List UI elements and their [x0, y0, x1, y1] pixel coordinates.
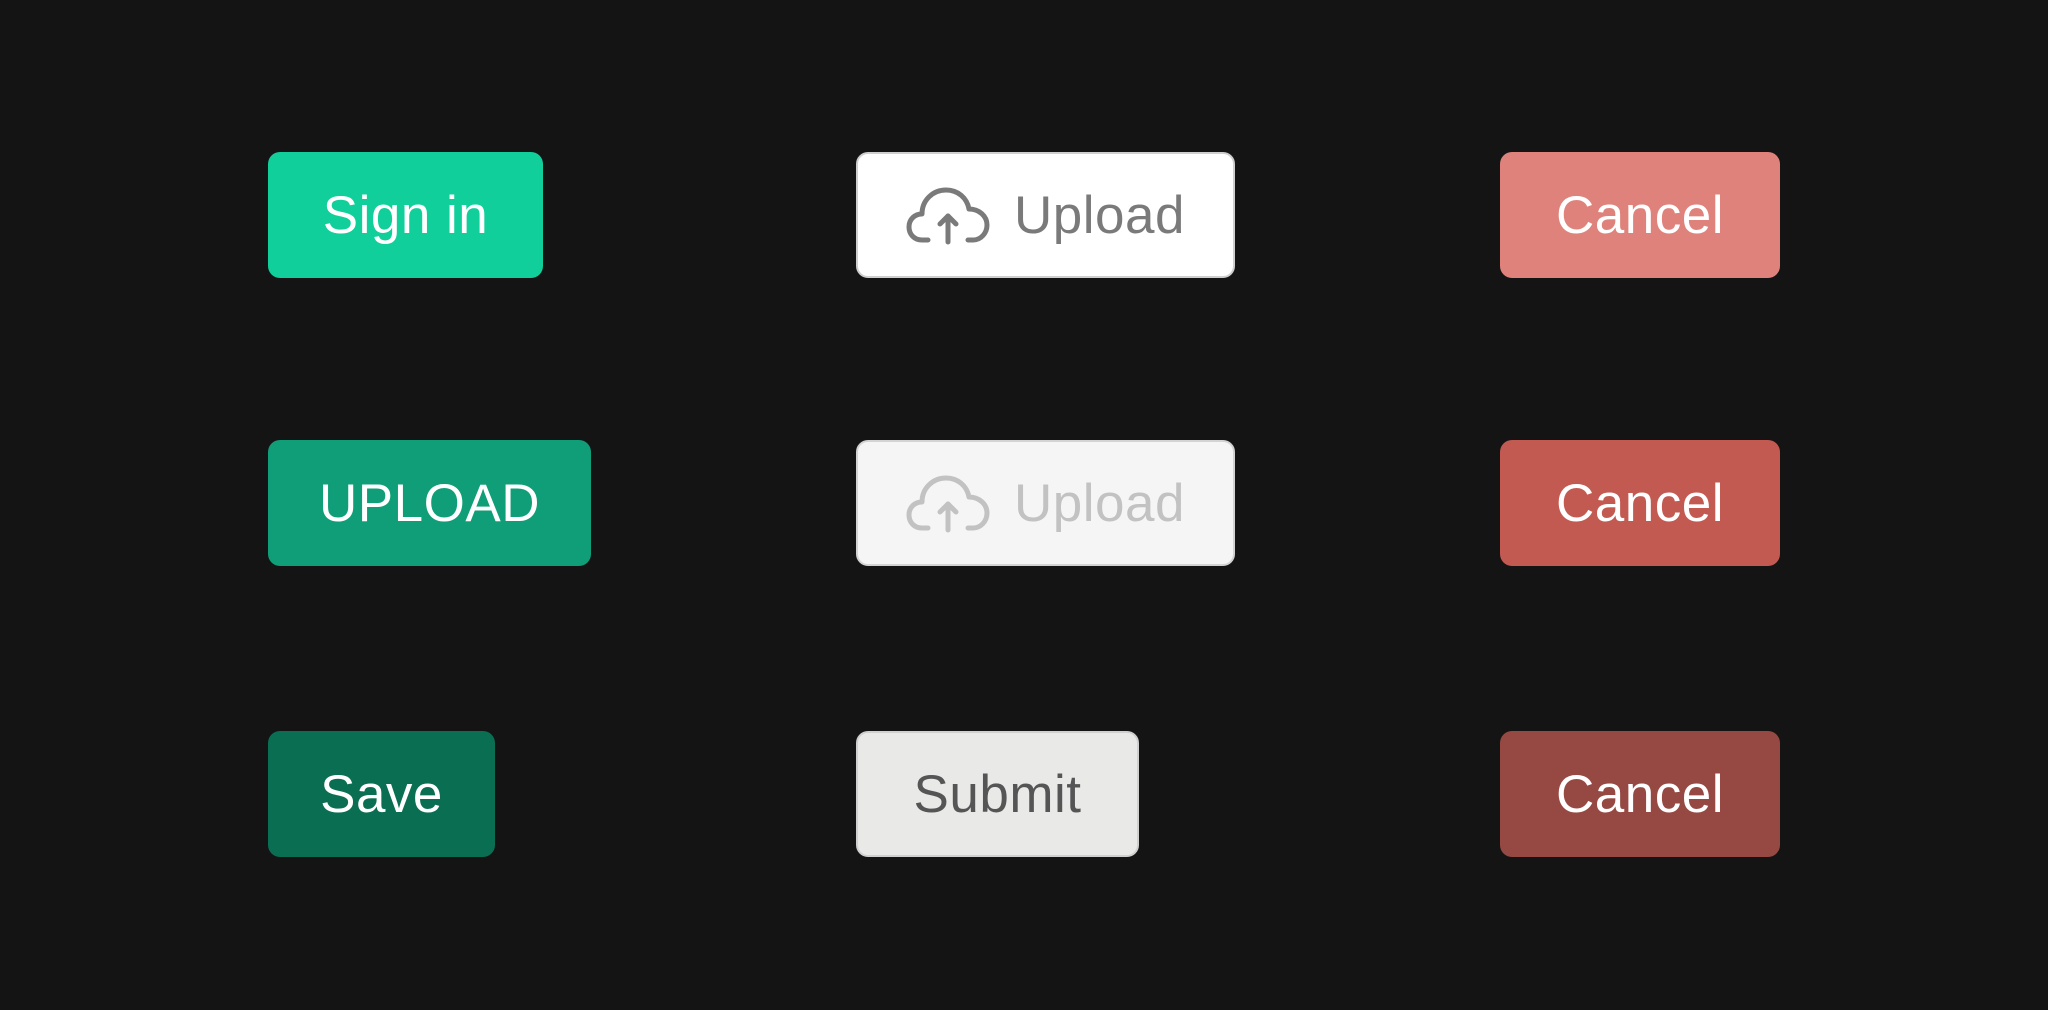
sign-in-button-label: Sign in — [322, 185, 489, 245]
upload-button-label: Upload — [1014, 185, 1185, 245]
cancel-button-light[interactable]: Cancel — [1500, 152, 1780, 278]
upload-button-disabled: Upload — [856, 440, 1235, 566]
upload-button[interactable]: Upload — [856, 152, 1235, 278]
cancel-button-medium[interactable]: Cancel — [1500, 440, 1780, 566]
save-button[interactable]: Save — [268, 731, 495, 857]
upload-primary-button[interactable]: UPLOAD — [268, 440, 591, 566]
save-button-label: Save — [320, 764, 443, 824]
cloud-upload-icon — [906, 470, 990, 536]
cancel-button-dark-label: Cancel — [1556, 764, 1724, 824]
cancel-button-light-label: Cancel — [1556, 185, 1724, 245]
upload-primary-button-label: UPLOAD — [319, 473, 540, 533]
cancel-button-medium-label: Cancel — [1556, 473, 1724, 533]
upload-button-disabled-label: Upload — [1014, 473, 1185, 533]
sign-in-button[interactable]: Sign in — [268, 152, 543, 278]
button-showcase: Sign in UPLOAD Save Upload Upload Submit — [0, 0, 2048, 1010]
cloud-upload-icon — [906, 182, 990, 248]
submit-button[interactable]: Submit — [856, 731, 1139, 857]
cancel-button-dark[interactable]: Cancel — [1500, 731, 1780, 857]
submit-button-label: Submit — [913, 764, 1082, 824]
